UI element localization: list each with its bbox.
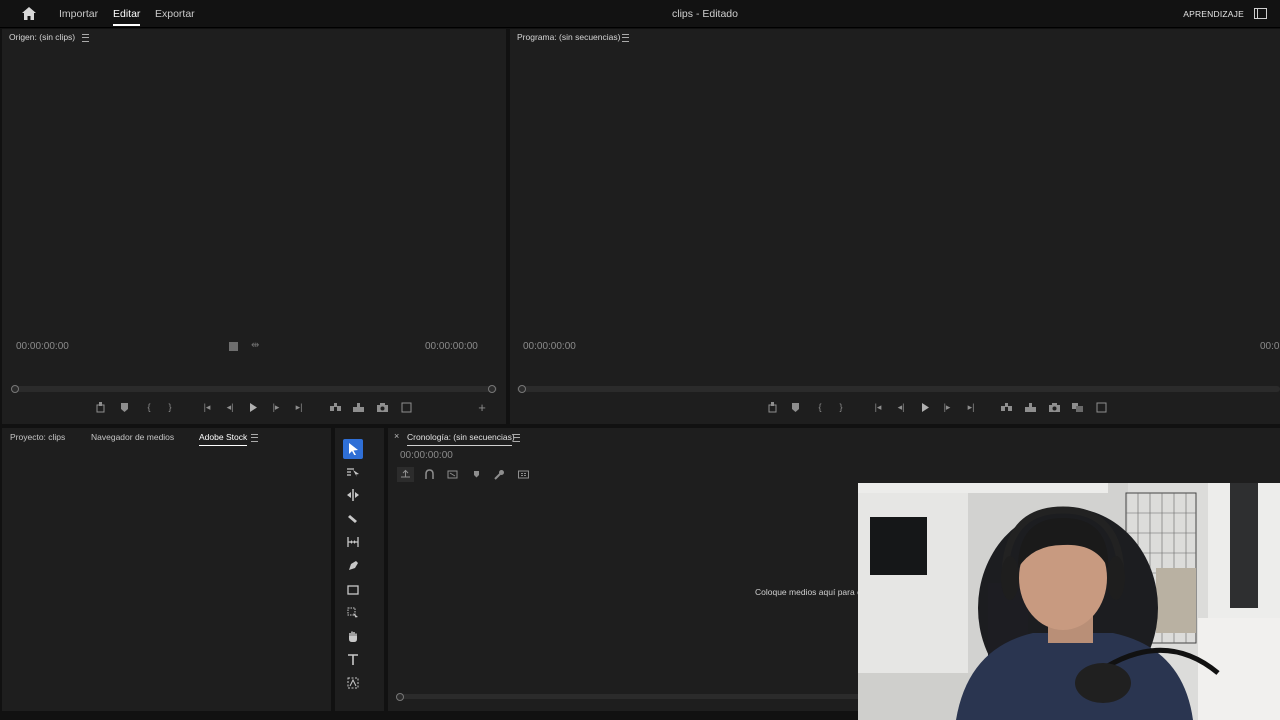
- panel-toggle-icon[interactable]: [1254, 8, 1267, 19]
- timeline-title[interactable]: Cronología: (sin secuencias): [407, 432, 515, 442]
- go-to-out-icon[interactable]: ▸|: [964, 400, 978, 414]
- settings-icon[interactable]: [229, 342, 238, 351]
- source-timecode-right[interactable]: 00:00:00:00: [425, 341, 478, 352]
- remix-tool-icon[interactable]: [343, 673, 363, 693]
- source-scrubber[interactable]: [11, 386, 497, 392]
- selection-tool-icon[interactable]: [343, 439, 363, 459]
- add-marker-icon[interactable]: [117, 400, 131, 414]
- razor-tool-icon[interactable]: [343, 509, 363, 529]
- program-scrubber[interactable]: [517, 386, 1280, 392]
- step-back-icon[interactable]: ◂|: [223, 400, 237, 414]
- webcam-image: [858, 483, 1280, 720]
- step-back-icon[interactable]: ◂|: [894, 400, 908, 414]
- captions-icon[interactable]: [516, 467, 530, 481]
- timeline-scroll-start[interactable]: [396, 693, 404, 701]
- tab-media-browser[interactable]: Navegador de medios: [91, 432, 174, 442]
- step-forward-icon[interactable]: |▸: [940, 400, 954, 414]
- ripple-edit-tool-icon[interactable]: [343, 485, 363, 505]
- tab-project[interactable]: Proyecto: clips: [10, 432, 65, 442]
- linked-selection-icon[interactable]: [445, 467, 459, 481]
- tab-adobe-stock[interactable]: Adobe Stock: [199, 432, 248, 446]
- add-marker-icon[interactable]: [469, 467, 483, 481]
- lift-clip-icon[interactable]: [999, 400, 1013, 414]
- comparison-view-icon[interactable]: [1070, 400, 1084, 414]
- lift-icon[interactable]: [765, 400, 779, 414]
- insert-clip-icon[interactable]: [328, 400, 342, 414]
- button-editor-icon[interactable]: [399, 400, 413, 414]
- zoom-tool-icon[interactable]: [343, 603, 363, 623]
- camera-icon[interactable]: [1047, 400, 1061, 414]
- source-monitor-title[interactable]: Origen: (sin clips): [9, 32, 75, 42]
- nest-sequence-icon[interactable]: [397, 467, 414, 482]
- go-to-out-icon[interactable]: ▸|: [292, 400, 306, 414]
- button-editor-icon[interactable]: [1094, 400, 1108, 414]
- mark-in-icon[interactable]: {: [142, 400, 156, 414]
- window-title: clips - Editado: [672, 8, 738, 20]
- insert-icon[interactable]: ⇹: [251, 340, 259, 351]
- type-tool-icon[interactable]: [343, 650, 363, 670]
- program-timecode-left[interactable]: 00:00:00:00: [523, 341, 576, 352]
- timeline-close-icon[interactable]: ×: [394, 431, 399, 441]
- panel-menu-icon[interactable]: [622, 34, 629, 42]
- webcam-overlay: [858, 483, 1280, 720]
- learn-button[interactable]: APRENDIZAJE: [1183, 9, 1244, 19]
- step-forward-icon[interactable]: |▸: [269, 400, 283, 414]
- overwrite-icon[interactable]: [351, 400, 365, 414]
- extract-icon[interactable]: [1023, 400, 1037, 414]
- mark-in-icon[interactable]: {: [813, 400, 827, 414]
- play-icon[interactable]: [917, 400, 931, 414]
- panel-menu-icon[interactable]: [513, 434, 520, 442]
- program-monitor: Programa: (sin secuencias) 00:00:00:00 0…: [510, 29, 1280, 424]
- project-panel: [2, 428, 331, 711]
- top-bar: Importar Editar Exportar clips - Editado…: [0, 0, 1280, 28]
- track-select-tool-icon[interactable]: [343, 462, 363, 482]
- mark-out-icon[interactable]: }: [834, 400, 848, 414]
- source-monitor: Origen: (sin clips) 00:00:00:00 ⇹ 00:00:…: [2, 29, 506, 424]
- add-marker-icon[interactable]: [788, 400, 802, 414]
- panel-menu-icon[interactable]: [82, 34, 89, 42]
- timeline-timecode[interactable]: 00:00:00:00: [400, 450, 453, 461]
- go-to-in-icon[interactable]: |◂: [871, 400, 885, 414]
- drop-media-hint: Coloque medios aquí para c: [755, 587, 862, 597]
- mark-out-icon[interactable]: }: [163, 400, 177, 414]
- wrench-icon[interactable]: [492, 467, 506, 481]
- source-scrub-end[interactable]: [488, 385, 496, 393]
- program-timecode-right[interactable]: 00:0: [1260, 341, 1279, 352]
- timeline-scrollbar[interactable]: [396, 694, 866, 699]
- snap-icon[interactable]: [422, 467, 436, 481]
- source-timecode-left[interactable]: 00:00:00:00: [16, 341, 69, 352]
- add-button-icon[interactable]: +: [475, 400, 489, 415]
- pen-tool-icon[interactable]: [343, 556, 363, 576]
- lift-icon[interactable]: [93, 400, 107, 414]
- slip-tool-icon[interactable]: [343, 532, 363, 552]
- panel-menu-icon[interactable]: [251, 434, 258, 442]
- hand-tool-icon[interactable]: [343, 626, 363, 646]
- play-icon[interactable]: [245, 400, 259, 414]
- rectangle-tool-icon[interactable]: [343, 580, 363, 600]
- program-scrub-start[interactable]: [518, 385, 526, 393]
- source-scrub-start[interactable]: [11, 385, 19, 393]
- program-monitor-title[interactable]: Programa: (sin secuencias): [517, 32, 620, 42]
- camera-icon[interactable]: [375, 400, 389, 414]
- go-to-in-icon[interactable]: |◂: [200, 400, 214, 414]
